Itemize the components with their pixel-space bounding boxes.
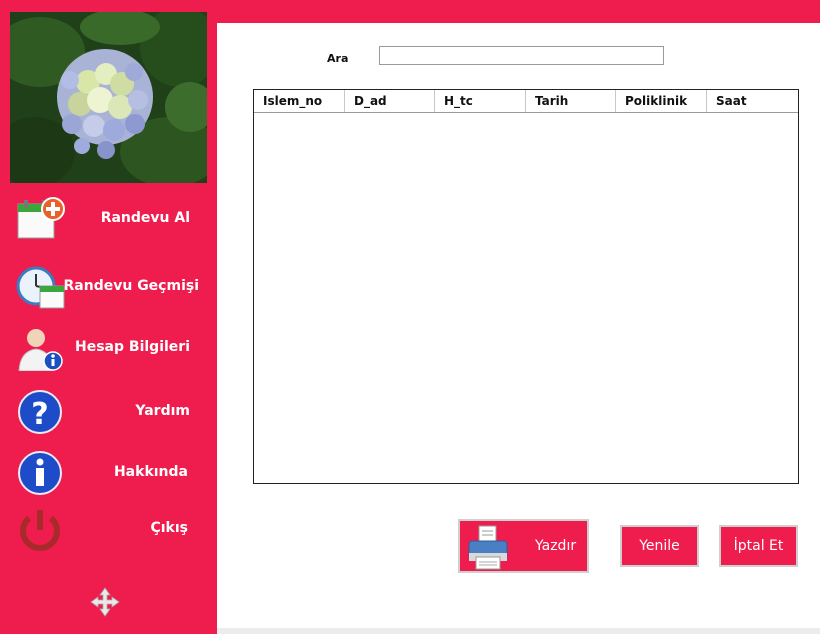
sidebar-item-label: Hakkında [113, 464, 188, 480]
printer-icon [465, 525, 511, 571]
sidebar-item-label: Randevu Al [100, 210, 190, 226]
sidebar-item-cikis[interactable]: Çıkış [0, 500, 217, 556]
column-header-saat[interactable]: Saat [707, 90, 798, 112]
info-icon [16, 450, 66, 496]
clock-calendar-icon [16, 264, 66, 310]
sidebar-item-label: Randevu Geçmişi [63, 278, 199, 294]
user-info-icon [16, 325, 66, 372]
calendar-add-icon [16, 196, 66, 242]
power-icon [16, 506, 66, 552]
appointments-table[interactable]: Islem_no D_ad H_tc Tarih Poliklinik Saat [253, 89, 799, 484]
svg-text:?: ? [31, 397, 48, 432]
search-input[interactable] [379, 46, 664, 65]
column-header-d-ad[interactable]: D_ad [345, 90, 435, 112]
sidebar-item-hesap-bilgileri[interactable]: Hesap Bilgileri [0, 319, 217, 375]
column-header-poliklinik[interactable]: Poliklinik [616, 90, 707, 112]
cancel-button[interactable]: İptal Et [719, 525, 798, 567]
print-button[interactable]: Yazdır [458, 519, 589, 573]
sidebar-item-label: Yardım [135, 403, 190, 419]
sidebar-item-randevu-al[interactable]: Randevu Al [0, 190, 217, 246]
hydrangea-photo [10, 12, 207, 183]
sidebar-item-hakkinda[interactable]: Hakkında [0, 444, 217, 500]
sidebar-item-yardim[interactable]: ? Yardım [0, 383, 217, 439]
refresh-button[interactable]: Yenile [620, 525, 699, 567]
column-header-islem-no[interactable]: Islem_no [254, 90, 345, 112]
print-button-label: Yazdır [535, 538, 577, 554]
move-icon[interactable] [90, 587, 120, 617]
help-icon: ? [16, 389, 66, 435]
sidebar-item-label: Hesap Bilgileri [75, 339, 190, 355]
table-header: Islem_no D_ad H_tc Tarih Poliklinik Saat [254, 90, 798, 113]
sidebar-item-label: Çıkış [150, 520, 188, 536]
sidebar-item-randevu-gecmisi[interactable]: Randevu Geçmişi [0, 258, 217, 314]
status-strip [217, 628, 820, 634]
column-header-tarih[interactable]: Tarih [526, 90, 616, 112]
search-label: Ara [327, 52, 349, 65]
column-header-h-tc[interactable]: H_tc [435, 90, 526, 112]
